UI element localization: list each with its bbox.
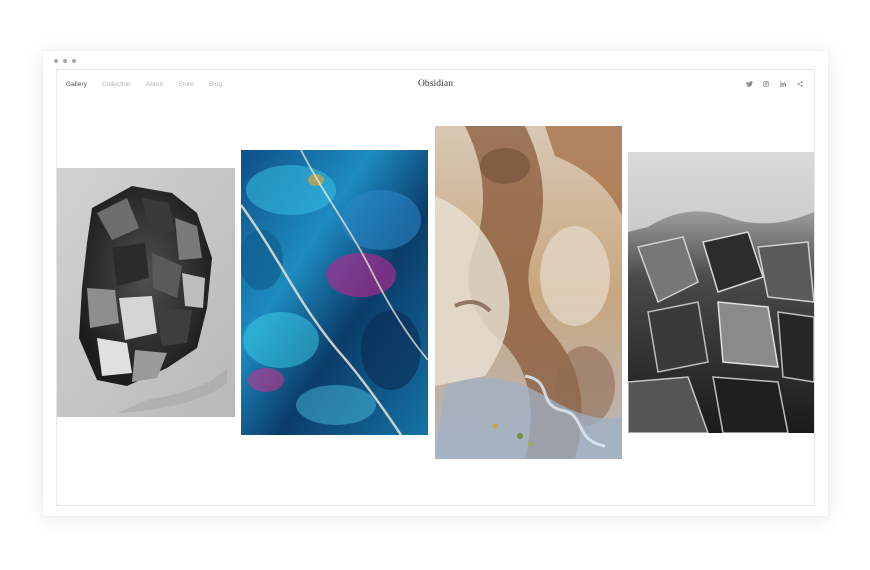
gallery-image-ice[interactable] <box>628 152 814 433</box>
site-title[interactable]: Obsidian <box>57 79 814 89</box>
gallery-image-desert[interactable] <box>435 126 622 459</box>
gallery-image-iridescent[interactable] <box>241 150 428 435</box>
social-links <box>745 80 804 88</box>
window-dot-icon[interactable] <box>54 59 58 63</box>
browser-window: Gallery Collection About Store Blog Obsi… <box>43 51 828 516</box>
linkedin-icon[interactable] <box>779 80 787 88</box>
gallery-image-crystal[interactable] <box>57 168 235 417</box>
window-dot-icon[interactable] <box>72 59 76 63</box>
twitter-icon[interactable] <box>745 80 753 88</box>
instagram-icon[interactable] <box>762 80 770 88</box>
share-icon[interactable] <box>796 80 804 88</box>
window-controls <box>54 59 76 63</box>
website-page: Gallery Collection About Store Blog Obsi… <box>56 69 815 506</box>
window-dot-icon[interactable] <box>63 59 67 63</box>
